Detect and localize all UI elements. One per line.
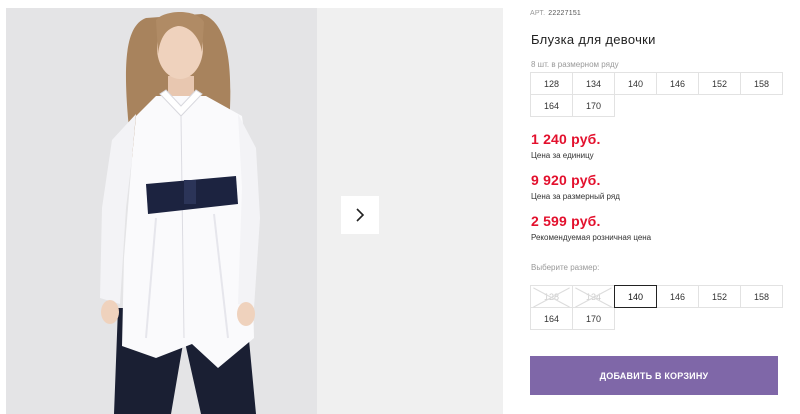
size-row-grid: 128 134 140 146 152 158 164 170 <box>530 72 783 117</box>
size-option-146[interactable]: 146 <box>656 285 699 308</box>
add-to-cart-button[interactable]: ДОБАВИТЬ В КОРЗИНУ <box>530 356 778 395</box>
article-label: АРТ. <box>530 10 546 17</box>
size-row-cell: 152 <box>698 72 741 95</box>
size-row-price: 9 920 руб. <box>531 172 601 188</box>
size-option-164[interactable]: 164 <box>530 307 573 330</box>
size-row-cell: 134 <box>572 72 615 95</box>
product-gallery <box>0 0 510 414</box>
size-row-price-label: Цена за размерный ряд <box>531 192 620 201</box>
size-option-134: 134 <box>572 285 615 308</box>
unit-price: 1 240 руб. <box>531 131 601 147</box>
article-value: 22227151 <box>548 10 582 17</box>
size-row-note: 8 шт. в размерном ряду <box>531 60 619 69</box>
size-selector: 128 134 140 146 152 158 164 170 <box>530 285 783 330</box>
size-option-152[interactable]: 152 <box>698 285 741 308</box>
size-option-128: 128 <box>530 285 573 308</box>
girl-in-blouse-illustration <box>6 8 317 414</box>
retail-price-label: Рекомендуемая розничная цена <box>531 233 652 242</box>
article-number: АРТ. 22227151 <box>530 10 581 17</box>
product-photo[interactable] <box>6 8 317 414</box>
size-row-cell: 164 <box>530 94 573 117</box>
size-row-cell: 128 <box>530 72 573 95</box>
choose-size-label: Выберите размер: <box>531 263 600 272</box>
size-row-cell: 170 <box>572 94 615 117</box>
size-row-cell: 158 <box>740 72 783 95</box>
gallery-next-button[interactable] <box>341 196 379 234</box>
size-option-140[interactable]: 140 <box>614 285 657 308</box>
size-option-170[interactable]: 170 <box>572 307 615 330</box>
size-option-158[interactable]: 158 <box>740 285 783 308</box>
chevron-right-icon <box>356 208 365 222</box>
size-row-cell: 140 <box>614 72 657 95</box>
size-row-cell: 146 <box>656 72 699 95</box>
unit-price-label: Цена за единицу <box>531 151 594 160</box>
product-title: Блузка для девочки <box>531 32 656 47</box>
retail-price: 2 599 руб. <box>531 213 601 229</box>
